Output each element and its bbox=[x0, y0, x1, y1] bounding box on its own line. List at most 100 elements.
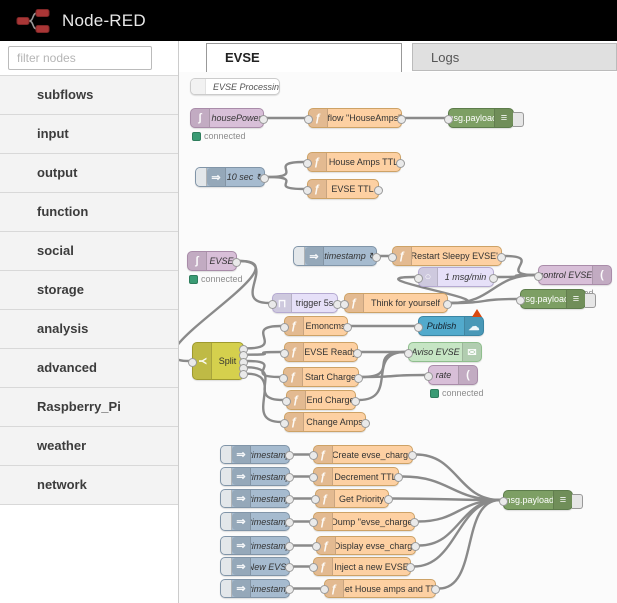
node-end-charge[interactable]: ƒ End Charge bbox=[282, 390, 360, 410]
input-port[interactable] bbox=[280, 418, 289, 428]
output-port[interactable] bbox=[443, 299, 452, 309]
input-port[interactable] bbox=[282, 396, 291, 406]
output-port[interactable] bbox=[411, 542, 420, 551]
input-port[interactable] bbox=[304, 114, 313, 124]
output-port[interactable] bbox=[259, 114, 268, 124]
node-think-for-yourself[interactable]: ƒ Think for yourself bbox=[340, 293, 452, 313]
inject-button[interactable] bbox=[221, 468, 232, 485]
output-port[interactable] bbox=[354, 373, 363, 383]
node-timestamp[interactable]: ⇒ timestamp bbox=[220, 489, 294, 508]
input-port[interactable] bbox=[303, 158, 312, 168]
debug-toggle-tab[interactable] bbox=[513, 112, 524, 127]
node-create-evse-charge[interactable]: ƒ Create evse_charge bbox=[309, 445, 417, 464]
node-start-charge[interactable]: ƒ Start Charge bbox=[279, 367, 363, 387]
input-port[interactable] bbox=[534, 271, 543, 281]
inject-button[interactable] bbox=[221, 558, 232, 575]
node-trigger-5s[interactable]: ⊓ trigger 5s bbox=[268, 293, 342, 313]
node-msg-payload[interactable]: msg.payload≡ bbox=[516, 289, 596, 309]
output-port[interactable] bbox=[406, 563, 415, 572]
node-evse-ready[interactable]: ƒ EVSE Ready bbox=[280, 342, 362, 362]
input-port[interactable] bbox=[280, 348, 289, 358]
node-emoncms[interactable]: ƒ Emoncms bbox=[280, 316, 352, 336]
node-msg-payload[interactable]: msg.payload≡ bbox=[499, 490, 583, 510]
input-port[interactable] bbox=[414, 273, 423, 283]
input-port[interactable] bbox=[309, 563, 318, 572]
output-port[interactable] bbox=[431, 585, 440, 594]
input-port[interactable] bbox=[309, 473, 318, 482]
output-port[interactable] bbox=[285, 473, 294, 482]
inject-button[interactable] bbox=[294, 247, 305, 265]
palette-category-output[interactable]: output bbox=[0, 154, 178, 193]
node-evse-processing[interactable]: EVSE Processing bbox=[190, 78, 280, 95]
node-flow-houseamps[interactable]: ƒ flow "HouseAmps" bbox=[304, 108, 406, 128]
node-inject-a-new-evse[interactable]: ƒ Inject a new EVSE bbox=[309, 557, 415, 576]
node-new-evse[interactable]: ⇒New EVSE bbox=[220, 557, 294, 576]
palette-category-advanced[interactable]: advanced bbox=[0, 349, 178, 388]
node-housepower[interactable]: ʃ housePower connected bbox=[190, 108, 268, 141]
input-port[interactable] bbox=[444, 114, 453, 124]
debug-toggle-tab[interactable] bbox=[572, 494, 583, 509]
output-port[interactable] bbox=[361, 418, 370, 428]
output-port[interactable] bbox=[372, 252, 381, 262]
node-get-house-amps-and-ttl[interactable]: ƒGet House amps and TTL bbox=[320, 579, 440, 598]
palette-category-subflows[interactable]: subflows bbox=[0, 75, 178, 115]
node-control-evse[interactable]: control EVSE(connected bbox=[534, 265, 612, 298]
input-port[interactable] bbox=[309, 518, 318, 527]
inject-button[interactable] bbox=[196, 168, 207, 186]
tab-evse[interactable]: EVSE bbox=[206, 43, 402, 72]
input-port[interactable] bbox=[268, 299, 277, 309]
node-house-amps-ttl[interactable]: ƒ House Amps TTL bbox=[303, 152, 405, 172]
node-timestamp[interactable]: ⇒ timestamp bbox=[220, 445, 294, 464]
output-port[interactable] bbox=[396, 158, 405, 168]
node-timestamp[interactable]: ⇒ timestamp bbox=[220, 579, 294, 598]
palette-category-analysis[interactable]: analysis bbox=[0, 310, 178, 349]
node-evse-ttl[interactable]: ƒ EVSE TTL bbox=[303, 179, 383, 199]
input-port[interactable] bbox=[309, 451, 318, 460]
filter-nodes-input[interactable] bbox=[8, 46, 152, 70]
output-port[interactable] bbox=[260, 173, 269, 183]
output-port[interactable] bbox=[374, 185, 383, 195]
output-port[interactable] bbox=[285, 451, 294, 460]
output-port[interactable] bbox=[285, 518, 294, 527]
inject-button[interactable] bbox=[221, 490, 232, 507]
output-port[interactable] bbox=[285, 585, 294, 594]
node-get-priority[interactable]: ƒ Get Priority bbox=[311, 489, 393, 508]
input-port[interactable] bbox=[311, 495, 320, 504]
output-port[interactable] bbox=[351, 396, 360, 406]
node-10-sec[interactable]: ⇒ 10 sec ↻ bbox=[195, 167, 269, 187]
input-port[interactable] bbox=[320, 585, 329, 594]
node-publish[interactable]: Publish ☁ bbox=[414, 309, 484, 336]
input-port[interactable] bbox=[340, 299, 349, 309]
node-rate[interactable]: rate (connected bbox=[424, 365, 484, 398]
output-port[interactable] bbox=[489, 273, 498, 283]
output-port[interactable] bbox=[410, 518, 419, 527]
output-port[interactable] bbox=[232, 257, 241, 267]
node-1-msg-min[interactable]: ○ 1 msg/min bbox=[414, 267, 498, 287]
output-port[interactable] bbox=[497, 252, 506, 262]
node-change-amps[interactable]: ƒ Change Amps bbox=[280, 412, 370, 432]
output-port[interactable] bbox=[285, 563, 294, 572]
inject-button[interactable] bbox=[221, 537, 232, 554]
node-timestamp[interactable]: ⇒ timestamp bbox=[220, 512, 294, 531]
node-evse[interactable]: ʃ EVSE connected bbox=[187, 251, 243, 284]
input-port[interactable] bbox=[499, 496, 508, 506]
inject-button[interactable] bbox=[221, 513, 232, 530]
input-port[interactable] bbox=[280, 322, 289, 332]
tab-logs[interactable]: Logs bbox=[412, 43, 617, 71]
palette-category-storage[interactable]: storage bbox=[0, 271, 178, 310]
node-decrement-ttl[interactable]: ƒ Decrement TTL bbox=[309, 467, 403, 486]
input-port[interactable] bbox=[414, 322, 423, 332]
input-port[interactable] bbox=[279, 373, 288, 383]
output-port[interactable] bbox=[285, 542, 294, 551]
palette-category-social[interactable]: social bbox=[0, 232, 178, 271]
node-display-evse-charge[interactable]: ƒ Display evse_charge bbox=[312, 536, 420, 555]
node-msg-payload[interactable]: msg.payload≡ bbox=[444, 108, 524, 128]
palette-category-network[interactable]: network bbox=[0, 466, 178, 505]
output-port[interactable] bbox=[285, 495, 294, 504]
node-dump-evse-charge[interactable]: ƒ Dump "evse_charge" bbox=[309, 512, 419, 531]
palette-category-raspberry-pi[interactable]: Raspberry_Pi bbox=[0, 388, 178, 427]
node-restart-sleepy-evse-s[interactable]: ƒ Restart Sleepy EVSE's bbox=[388, 246, 506, 266]
output-port[interactable] bbox=[353, 348, 362, 358]
input-port[interactable] bbox=[404, 348, 413, 358]
output-port[interactable] bbox=[397, 114, 406, 124]
